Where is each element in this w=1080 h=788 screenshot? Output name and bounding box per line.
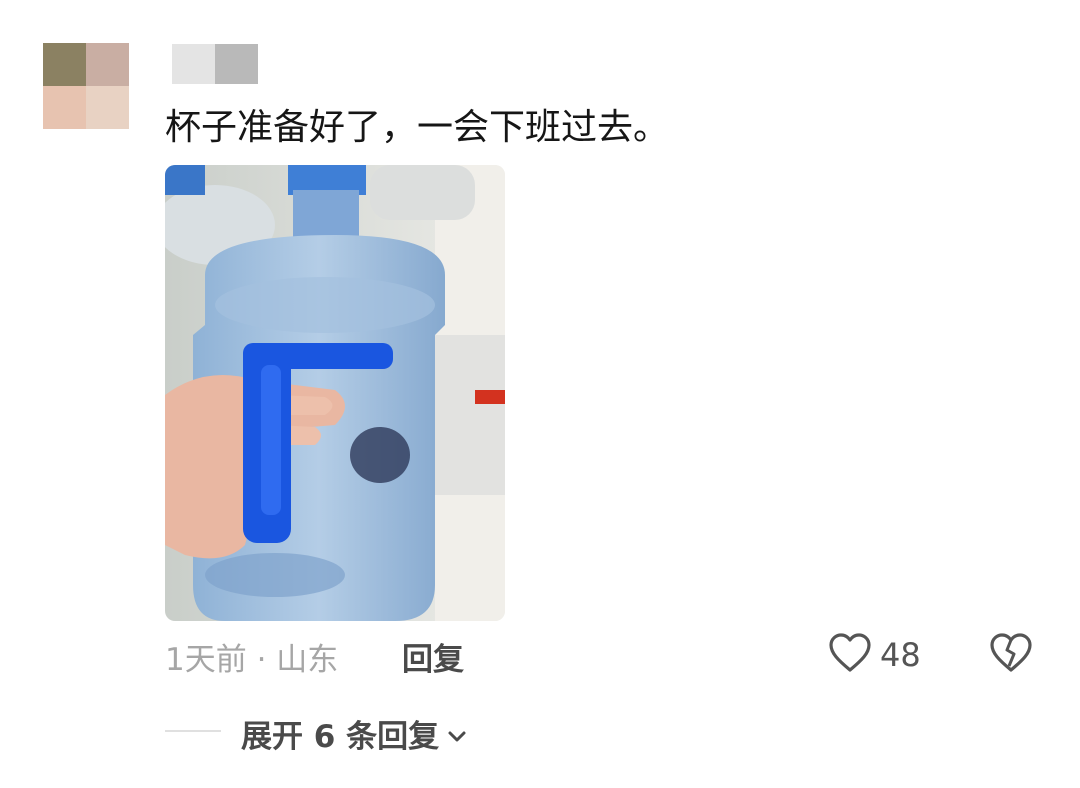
comment-photo[interactable] [165,165,505,621]
like-count: 48 [880,636,921,674]
avatar-tile [43,43,86,86]
like-button[interactable]: 48 [828,632,921,678]
dislike-button[interactable] [989,632,1033,678]
expand-replies-button[interactable]: 展开 6 条回复 [241,711,467,756]
water-bottle-photo [165,165,505,621]
broken-heart-icon[interactable] [989,633,1033,678]
heart-outline-icon[interactable] [828,632,872,678]
comment-meta: 1天前 · 山东 [165,642,339,678]
avatar[interactable] [43,43,129,129]
chevron-down-icon [447,716,467,752]
username-blurred[interactable] [172,44,258,84]
avatar-tile [43,86,86,129]
comment-text: 杯子准备好了，一会下班过去。 [165,107,670,148]
replies-divider [165,730,221,732]
avatar-tile [86,43,129,86]
reply-button[interactable]: 回复 [402,634,464,679]
expand-replies-label: 展开 6 条回复 [241,719,440,755]
avatar-tile [86,86,129,129]
